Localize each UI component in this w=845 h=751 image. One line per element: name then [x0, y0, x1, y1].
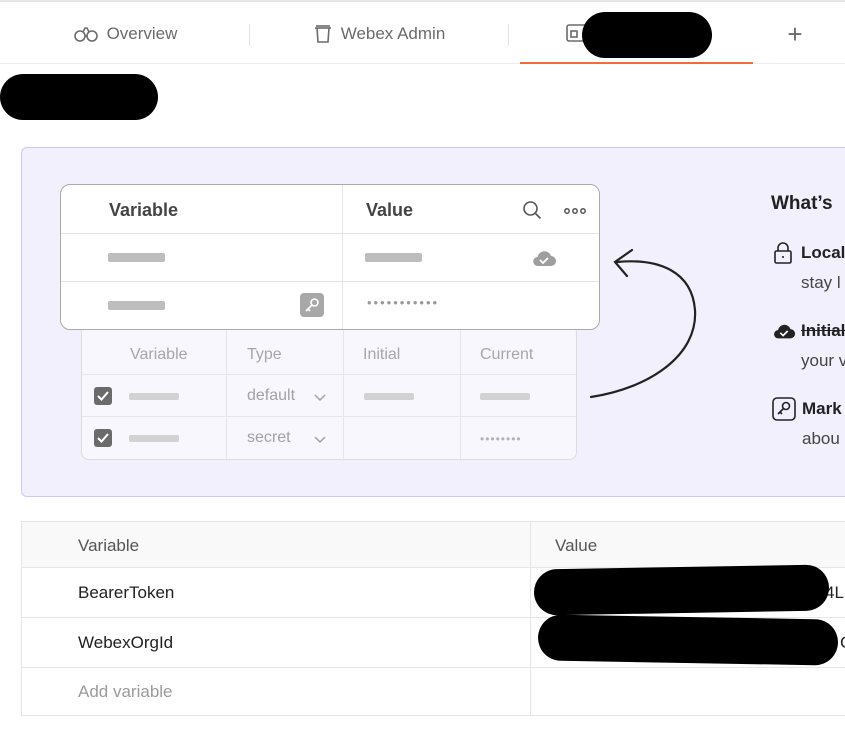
- chevron-down-icon: [314, 431, 326, 449]
- tab-label: Webex Admin: [340, 24, 446, 43]
- search-icon: [522, 200, 542, 225]
- new-header-variable: Variable: [109, 200, 179, 220]
- illustration-new-table: Variable Value •••••••••••: [60, 184, 600, 330]
- legacy-type-secret: secret: [247, 429, 291, 446]
- checkbox-icon: [94, 429, 112, 447]
- more-icon: [564, 203, 586, 221]
- illustration-legacy-table: Variable Type Initial Current default se…: [81, 325, 577, 461]
- whats-new-list: What’s Local stay l Initial your v Mark …: [760, 180, 845, 460]
- tab-bar: Overview Webex Admin +: [0, 0, 845, 64]
- redaction-value: [537, 614, 839, 666]
- new-header-value: Value: [366, 200, 414, 220]
- redaction-tab-name: [582, 12, 712, 58]
- table-header: [22, 522, 845, 568]
- tab-overview[interactable]: Overview: [0, 4, 250, 64]
- redaction-value: [533, 564, 830, 616]
- trash-icon: [313, 24, 333, 44]
- whats-new-title: What’s: [771, 193, 833, 214]
- new-masked-value: •••••••••••: [367, 295, 440, 310]
- plus-icon: +: [787, 18, 803, 49]
- key-icon: [300, 293, 324, 317]
- column-header-variable: Variable: [78, 536, 140, 555]
- legacy-header-initial: Initial: [363, 346, 401, 363]
- curved-arrow-icon: [580, 240, 705, 415]
- cloud-check-icon: [772, 321, 796, 346]
- tab-divider: [508, 24, 509, 46]
- legacy-type-default: default: [247, 387, 296, 404]
- feature-initial-desc: your v: [801, 351, 845, 370]
- variable-name-cell[interactable]: BearerToken: [78, 583, 174, 603]
- feature-local-desc: stay l: [801, 273, 841, 292]
- lock-icon: [772, 242, 794, 269]
- variable-value-cell[interactable]: C: [840, 633, 845, 653]
- add-tab-button[interactable]: +: [765, 4, 825, 64]
- legacy-header-current: Current: [480, 346, 534, 363]
- cloud-check-icon: [531, 248, 557, 273]
- feature-mark-desc: abou: [802, 429, 840, 448]
- column-header-value: Value: [555, 536, 598, 555]
- chevron-down-icon: [314, 389, 326, 407]
- checkbox-icon: [94, 387, 112, 405]
- feature-initial-label: Initial: [801, 321, 845, 340]
- binoculars-icon: [73, 25, 99, 43]
- tab-webex-admin[interactable]: Webex Admin: [250, 4, 508, 64]
- feature-mark-label: Mark: [802, 399, 842, 418]
- key-icon: [772, 397, 796, 426]
- variable-name-cell[interactable]: WebexOrgId: [78, 633, 173, 653]
- add-variable-input[interactable]: Add variable: [78, 682, 173, 702]
- legacy-masked-value: ••••••••: [480, 432, 522, 446]
- redaction-environment-title: [0, 74, 158, 120]
- feature-local-label: Local: [801, 243, 845, 262]
- legacy-header-variable: Variable: [130, 346, 188, 363]
- legacy-header-type: Type: [247, 346, 282, 363]
- tab-label: Overview: [106, 24, 178, 43]
